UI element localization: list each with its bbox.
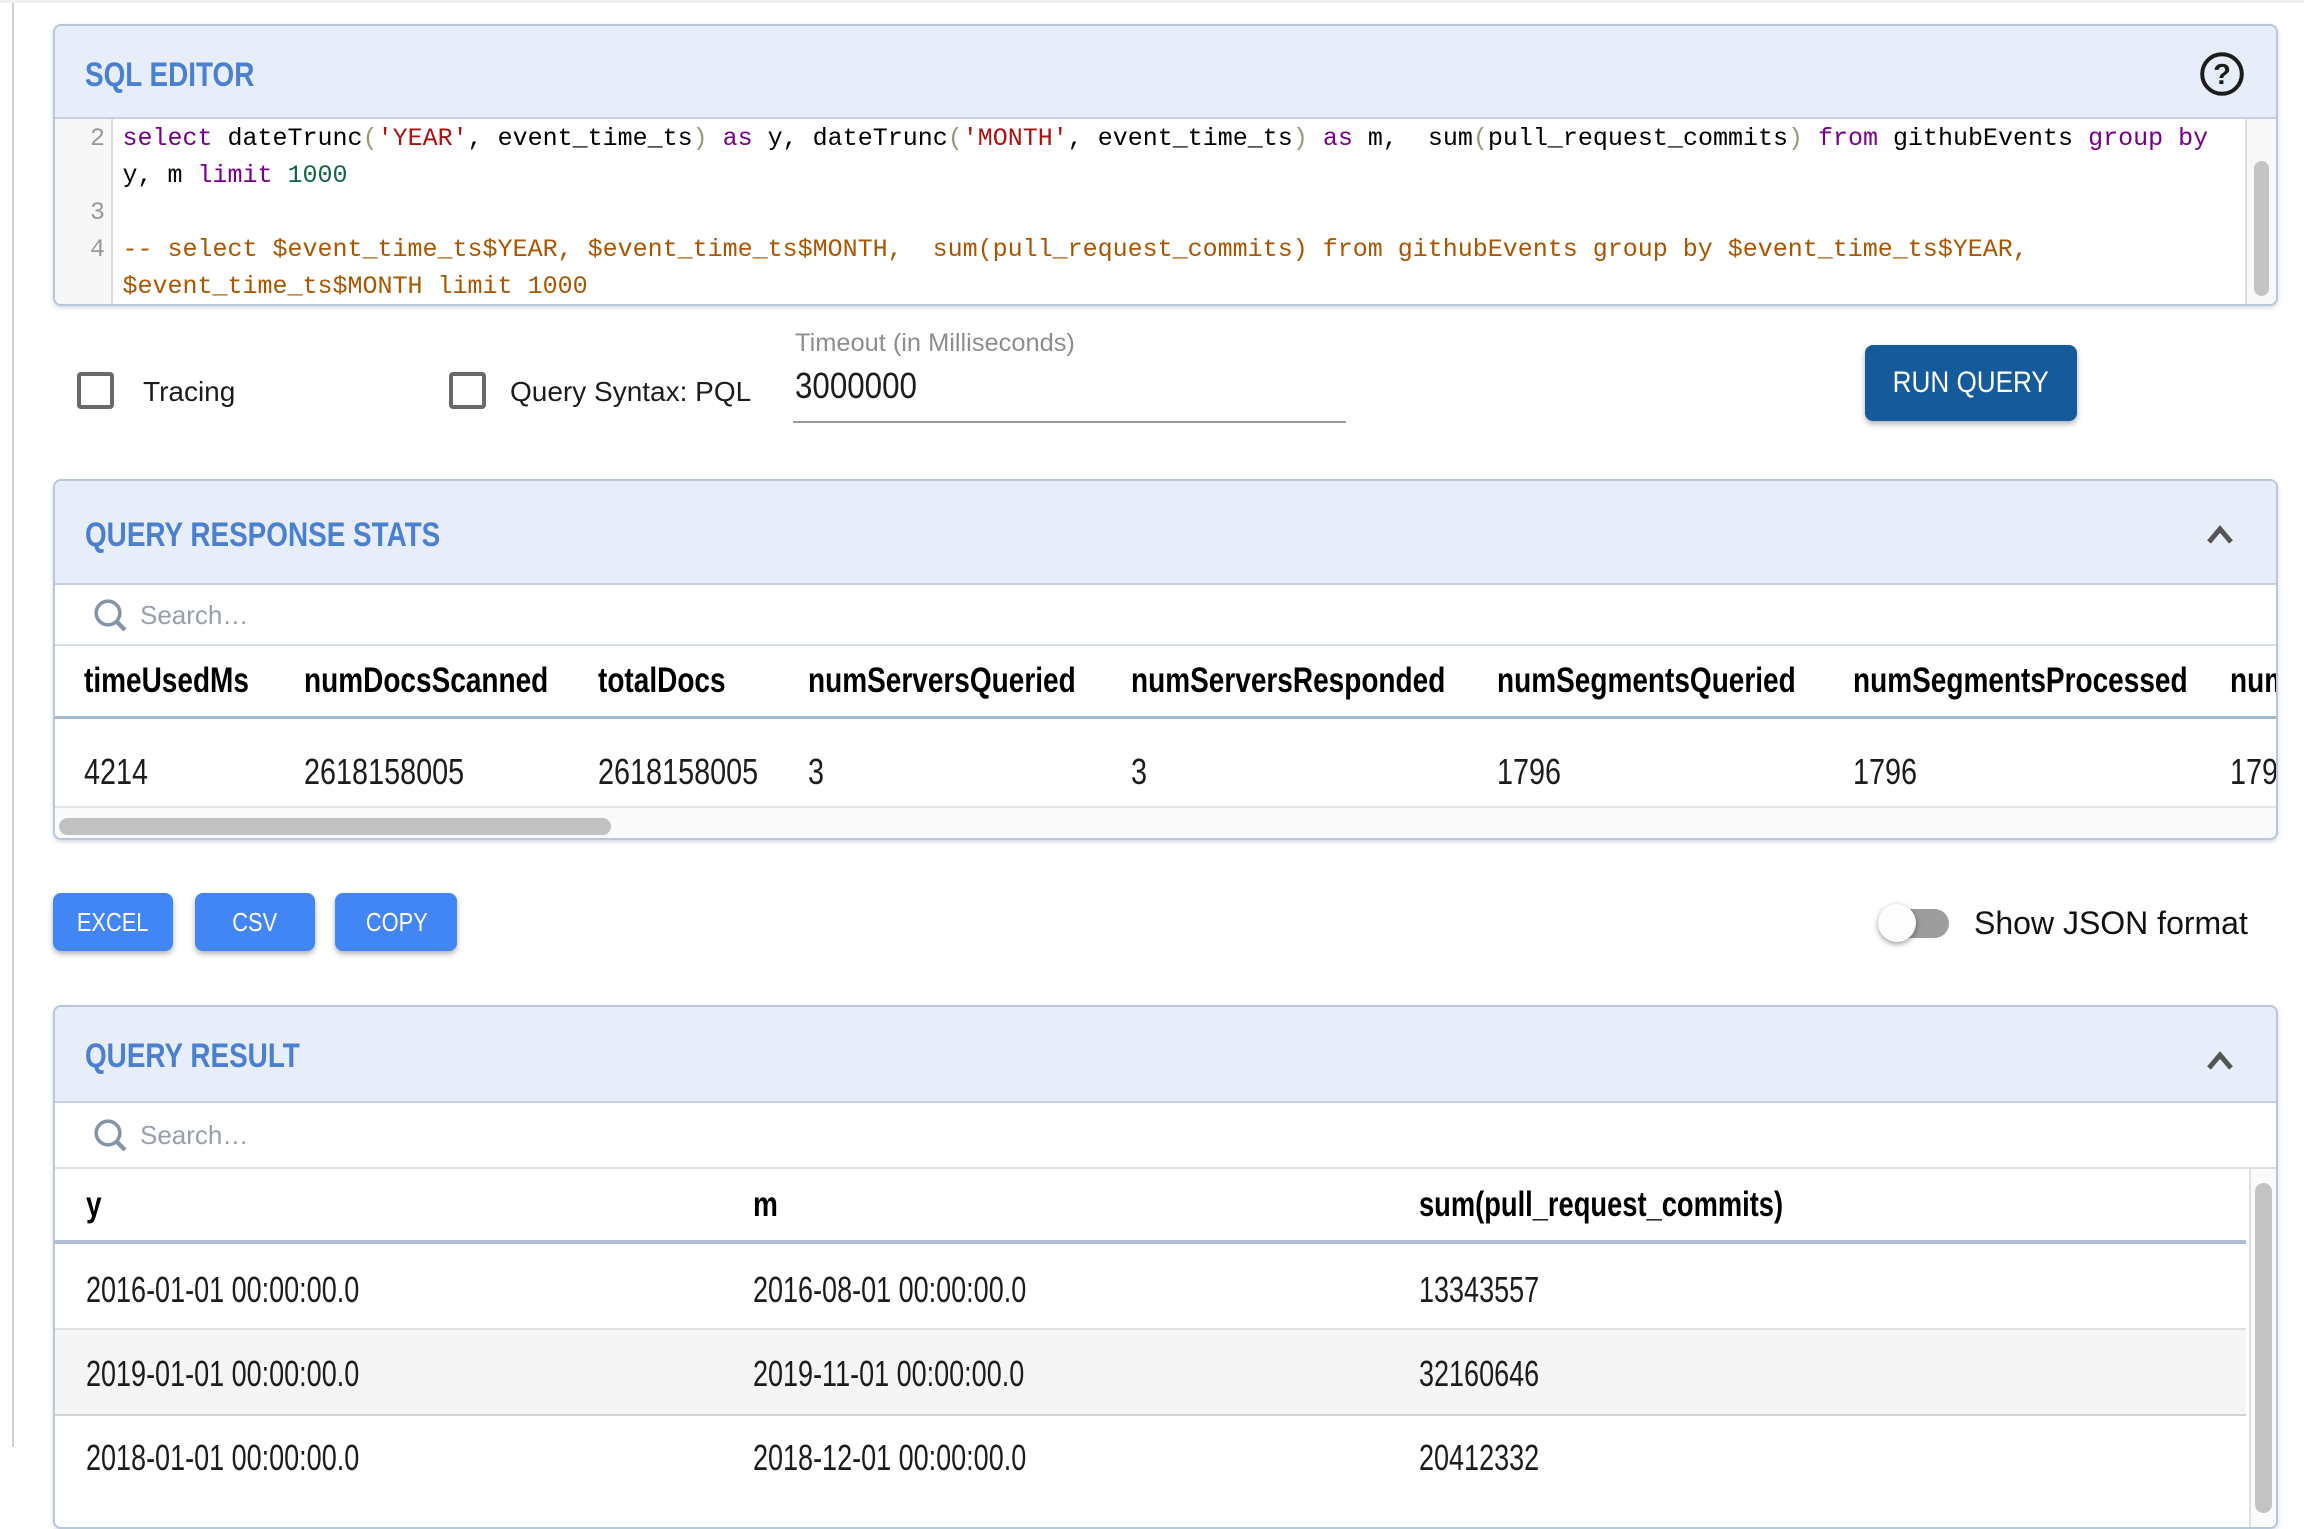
svg-text:?: ?: [2213, 59, 2231, 91]
